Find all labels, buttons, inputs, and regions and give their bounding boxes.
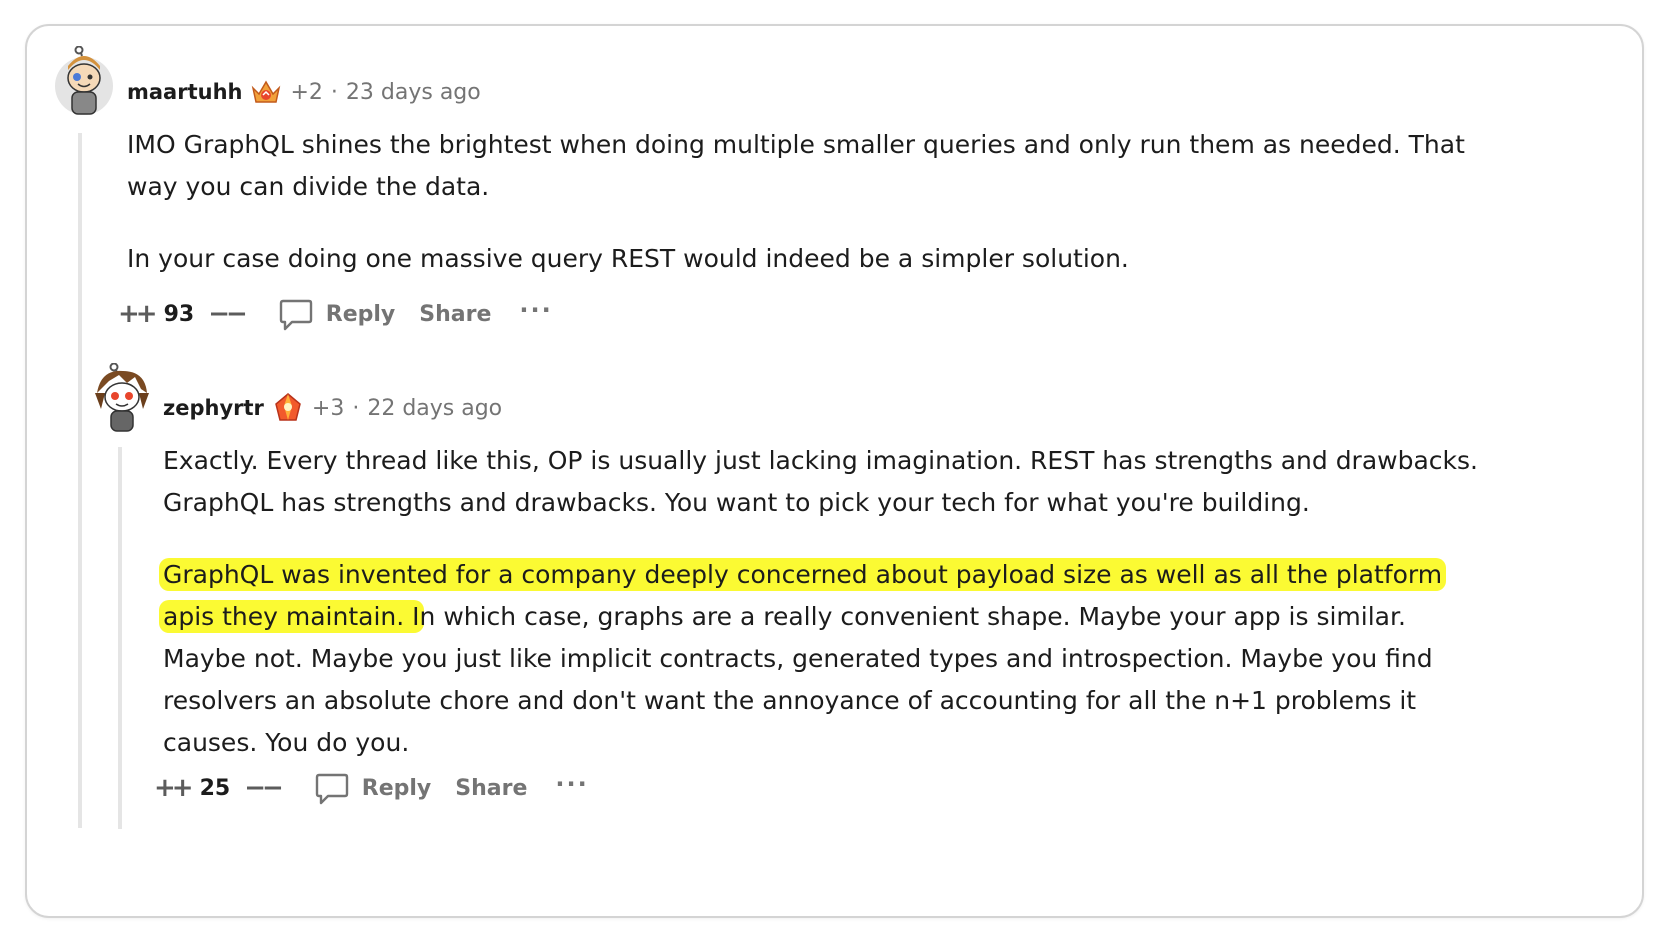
downvote-button[interactable]: −−: [244, 773, 284, 803]
comment-header: zephyrtr +3 · 22 days ago: [163, 392, 502, 424]
downvote-button[interactable]: −−: [208, 299, 248, 329]
upvote-button[interactable]: ++: [118, 299, 158, 329]
vote-control: ++ 93 −−: [118, 299, 248, 329]
more-dots-icon[interactable]: ···: [519, 296, 552, 324]
vote-score: 25: [199, 775, 231, 801]
share-button[interactable]: Share: [455, 776, 527, 801]
thread-line-2[interactable]: [118, 447, 122, 829]
comment-bubble-icon: [279, 299, 312, 331]
vote-score: 93: [163, 301, 195, 327]
reply-label: Reply: [361, 775, 432, 801]
separator: ·: [330, 79, 338, 105]
username[interactable]: maartuhh: [127, 80, 242, 104]
comment-bubble-icon: [315, 773, 348, 805]
comment-paragraph: In your case doing one massive query RES…: [127, 244, 1129, 273]
comment-actions: ++ 93 −− Reply Share ···: [118, 296, 553, 332]
share-label: Share: [419, 301, 492, 327]
upvote-button[interactable]: ++: [154, 773, 194, 803]
karma: +2: [290, 79, 323, 105]
thread-line-1[interactable]: [78, 133, 82, 828]
timestamp[interactable]: 22 days ago: [367, 396, 502, 421]
reply-label: Reply: [325, 301, 396, 327]
separator: ·: [352, 395, 360, 421]
comment-paragraph: IMO GraphQL shines the brightest when do…: [127, 130, 1465, 201]
username[interactable]: zephyrtr: [163, 396, 264, 420]
avatar[interactable]: [91, 362, 155, 439]
reply-button[interactable]: Reply: [278, 296, 396, 332]
comment-body: Exactly. Every thread like this, OP is u…: [159, 440, 1493, 794]
reply-button[interactable]: Reply: [314, 770, 432, 806]
flair-gem-icon: [272, 392, 304, 424]
timestamp[interactable]: 23 days ago: [346, 80, 481, 105]
flair-crown-icon: [250, 76, 282, 108]
karma: +3: [311, 395, 345, 421]
more-dots-icon[interactable]: ···: [555, 770, 588, 798]
avatar[interactable]: [54, 45, 118, 122]
share-label: Share: [455, 775, 528, 801]
comment-header: maartuhh +2 · 23 days ago: [127, 76, 481, 108]
vote-control: ++ 25 −−: [154, 773, 284, 803]
comment-paragraph: Exactly. Every thread like this, OP is u…: [163, 446, 1478, 517]
comment-paragraph: GraphQL was invented for a company deepl…: [159, 554, 1493, 764]
comment-body: IMO GraphQL shines the brightest when do…: [127, 124, 1487, 310]
share-button[interactable]: Share: [419, 302, 491, 327]
comment-actions: ++ 25 −− Reply Share ···: [154, 770, 589, 806]
